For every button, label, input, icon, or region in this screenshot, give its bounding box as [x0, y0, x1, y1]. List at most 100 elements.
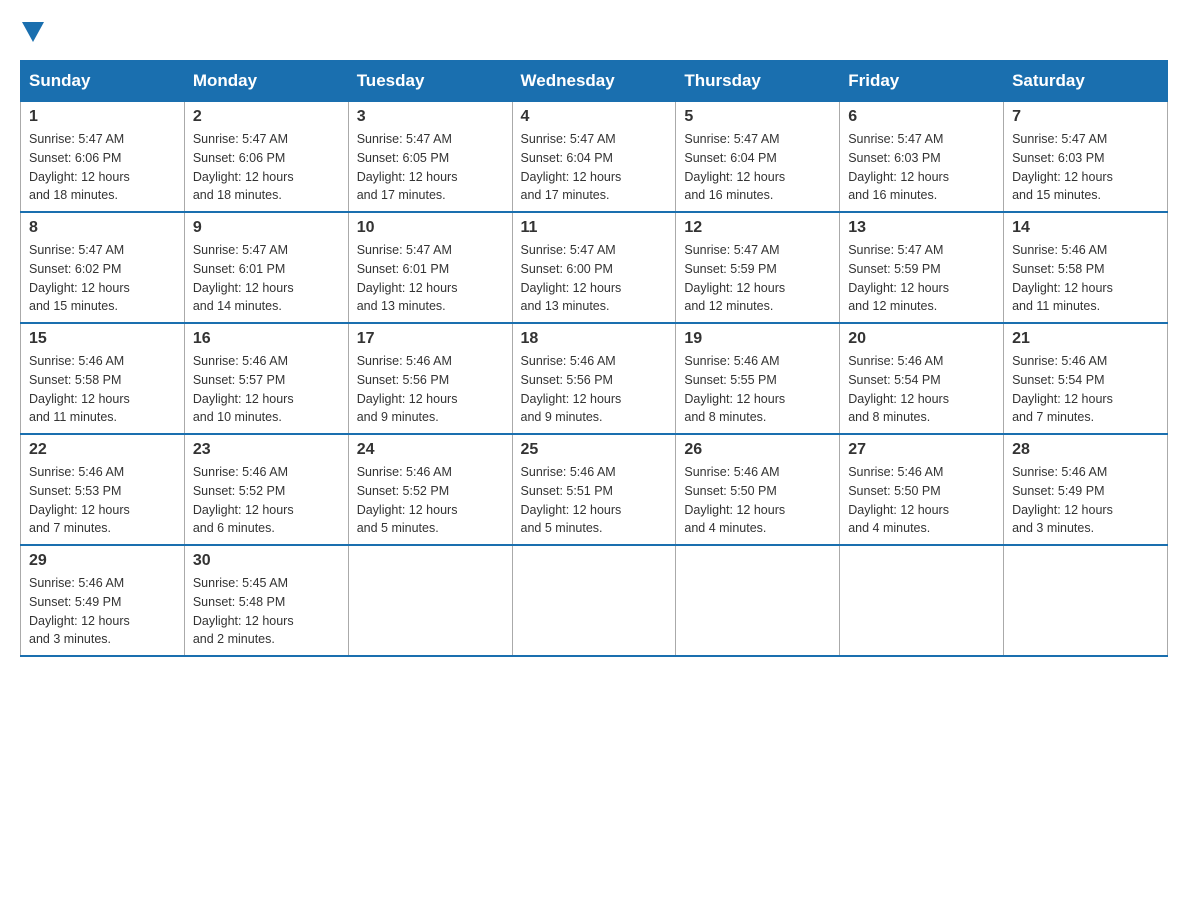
day-info: Sunrise: 5:46 AMSunset: 5:53 PMDaylight:…: [29, 463, 176, 538]
logo-triangle-icon: [22, 22, 44, 44]
calendar-header-row: SundayMondayTuesdayWednesdayThursdayFrid…: [21, 61, 1168, 102]
day-number: 10: [357, 219, 504, 237]
day-info: Sunrise: 5:46 AMSunset: 5:52 PMDaylight:…: [357, 463, 504, 538]
empty-cell: [348, 545, 512, 656]
calendar-day-12: 12 Sunrise: 5:47 AMSunset: 5:59 PMDayligh…: [676, 212, 840, 323]
day-info: Sunrise: 5:47 AMSunset: 6:01 PMDaylight:…: [193, 241, 340, 316]
day-info: Sunrise: 5:47 AMSunset: 6:03 PMDaylight:…: [848, 130, 995, 205]
calendar-day-14: 14 Sunrise: 5:46 AMSunset: 5:58 PMDayligh…: [1004, 212, 1168, 323]
calendar-day-4: 4Sunrise: 5:47 AMSunset: 6:04 PMDaylight…: [512, 102, 676, 213]
weekday-header-monday: Monday: [184, 61, 348, 102]
day-number: 14: [1012, 219, 1159, 237]
day-info: Sunrise: 5:47 AMSunset: 6:00 PMDaylight:…: [521, 241, 668, 316]
day-info: Sunrise: 5:47 AMSunset: 5:59 PMDaylight:…: [848, 241, 995, 316]
weekday-header-wednesday: Wednesday: [512, 61, 676, 102]
day-number: 23: [193, 441, 340, 459]
day-info: Sunrise: 5:46 AMSunset: 5:58 PMDaylight:…: [1012, 241, 1159, 316]
day-number: 16: [193, 330, 340, 348]
day-info: Sunrise: 5:47 AMSunset: 5:59 PMDaylight:…: [684, 241, 831, 316]
calendar-day-10: 10 Sunrise: 5:47 AMSunset: 6:01 PMDayligh…: [348, 212, 512, 323]
day-number: 8: [29, 219, 176, 237]
day-info: Sunrise: 5:45 AMSunset: 5:48 PMDaylight:…: [193, 574, 340, 649]
day-number: 19: [684, 330, 831, 348]
day-info: Sunrise: 5:47 AMSunset: 6:01 PMDaylight:…: [357, 241, 504, 316]
calendar-day-24: 24 Sunrise: 5:46 AMSunset: 5:52 PMDayligh…: [348, 434, 512, 545]
calendar-day-25: 25 Sunrise: 5:46 AMSunset: 5:51 PMDayligh…: [512, 434, 676, 545]
day-number: 20: [848, 330, 995, 348]
day-number: 18: [521, 330, 668, 348]
day-number: 27: [848, 441, 995, 459]
day-info: Sunrise: 5:46 AMSunset: 5:50 PMDaylight:…: [848, 463, 995, 538]
calendar-day-27: 27 Sunrise: 5:46 AMSunset: 5:50 PMDayligh…: [840, 434, 1004, 545]
calendar-day-5: 5 Sunrise: 5:47 AMSunset: 6:04 PMDaylight…: [676, 102, 840, 213]
calendar-day-17: 17Sunrise: 5:46 AMSunset: 5:56 PMDayligh…: [348, 323, 512, 434]
calendar-day-23: 23 Sunrise: 5:46 AMSunset: 5:52 PMDayligh…: [184, 434, 348, 545]
calendar-day-21: 21 Sunrise: 5:46 AMSunset: 5:54 PMDayligh…: [1004, 323, 1168, 434]
day-info: Sunrise: 5:46 AMSunset: 5:49 PMDaylight:…: [1012, 463, 1159, 538]
day-info: Sunrise: 5:46 AMSunset: 5:52 PMDaylight:…: [193, 463, 340, 538]
day-number: 3: [357, 108, 504, 126]
calendar-day-29: 29Sunrise: 5:46 AMSunset: 5:49 PMDayligh…: [21, 545, 185, 656]
day-number: 1: [29, 108, 176, 126]
calendar-table: SundayMondayTuesdayWednesdayThursdayFrid…: [20, 60, 1168, 657]
empty-cell: [840, 545, 1004, 656]
day-number: 7: [1012, 108, 1159, 126]
weekday-header-thursday: Thursday: [676, 61, 840, 102]
calendar-day-8: 8 Sunrise: 5:47 AMSunset: 6:02 PMDaylight…: [21, 212, 185, 323]
empty-cell: [1004, 545, 1168, 656]
day-info: Sunrise: 5:46 AMSunset: 5:57 PMDaylight:…: [193, 352, 340, 427]
day-number: 6: [848, 108, 995, 126]
day-number: 15: [29, 330, 176, 348]
calendar-day-11: 11 Sunrise: 5:47 AMSunset: 6:00 PMDayligh…: [512, 212, 676, 323]
calendar-day-2: 2 Sunrise: 5:47 AMSunset: 6:06 PMDaylight…: [184, 102, 348, 213]
day-number: 11: [521, 219, 668, 237]
calendar-day-1: 1 Sunrise: 5:47 AMSunset: 6:06 PMDaylight…: [21, 102, 185, 213]
calendar-day-18: 18Sunrise: 5:46 AMSunset: 5:56 PMDayligh…: [512, 323, 676, 434]
day-number: 2: [193, 108, 340, 126]
calendar-day-28: 28Sunrise: 5:46 AMSunset: 5:49 PMDayligh…: [1004, 434, 1168, 545]
day-info: Sunrise: 5:46 AMSunset: 5:50 PMDaylight:…: [684, 463, 831, 538]
weekday-header-saturday: Saturday: [1004, 61, 1168, 102]
calendar-day-30: 30 Sunrise: 5:45 AMSunset: 5:48 PMDayligh…: [184, 545, 348, 656]
calendar-day-7: 7Sunrise: 5:47 AMSunset: 6:03 PMDaylight…: [1004, 102, 1168, 213]
day-number: 22: [29, 441, 176, 459]
day-number: 25: [521, 441, 668, 459]
calendar-day-9: 9 Sunrise: 5:47 AMSunset: 6:01 PMDaylight…: [184, 212, 348, 323]
calendar-day-13: 13 Sunrise: 5:47 AMSunset: 5:59 PMDayligh…: [840, 212, 1004, 323]
weekday-header-friday: Friday: [840, 61, 1004, 102]
day-info: Sunrise: 5:47 AMSunset: 6:06 PMDaylight:…: [29, 130, 176, 205]
calendar-day-6: 6 Sunrise: 5:47 AMSunset: 6:03 PMDaylight…: [840, 102, 1004, 213]
day-number: 13: [848, 219, 995, 237]
empty-cell: [512, 545, 676, 656]
day-info: Sunrise: 5:46 AMSunset: 5:54 PMDaylight:…: [1012, 352, 1159, 427]
calendar-day-26: 26 Sunrise: 5:46 AMSunset: 5:50 PMDayligh…: [676, 434, 840, 545]
day-number: 24: [357, 441, 504, 459]
weekday-header-sunday: Sunday: [21, 61, 185, 102]
calendar-week-row: 8 Sunrise: 5:47 AMSunset: 6:02 PMDaylight…: [21, 212, 1168, 323]
calendar-day-19: 19Sunrise: 5:46 AMSunset: 5:55 PMDayligh…: [676, 323, 840, 434]
day-number: 5: [684, 108, 831, 126]
day-number: 12: [684, 219, 831, 237]
page-header: [20, 20, 1168, 44]
calendar-day-3: 3Sunrise: 5:47 AMSunset: 6:05 PMDaylight…: [348, 102, 512, 213]
calendar-week-row: 29Sunrise: 5:46 AMSunset: 5:49 PMDayligh…: [21, 545, 1168, 656]
day-info: Sunrise: 5:46 AMSunset: 5:58 PMDaylight:…: [29, 352, 176, 427]
weekday-header-tuesday: Tuesday: [348, 61, 512, 102]
day-number: 21: [1012, 330, 1159, 348]
calendar-week-row: 15 Sunrise: 5:46 AMSunset: 5:58 PMDayligh…: [21, 323, 1168, 434]
day-info: Sunrise: 5:47 AMSunset: 6:06 PMDaylight:…: [193, 130, 340, 205]
day-info: Sunrise: 5:46 AMSunset: 5:51 PMDaylight:…: [521, 463, 668, 538]
day-info: Sunrise: 5:47 AMSunset: 6:02 PMDaylight:…: [29, 241, 176, 316]
day-number: 29: [29, 552, 176, 570]
day-info: Sunrise: 5:47 AMSunset: 6:04 PMDaylight:…: [684, 130, 831, 205]
day-number: 4: [521, 108, 668, 126]
day-number: 30: [193, 552, 340, 570]
day-number: 17: [357, 330, 504, 348]
day-number: 26: [684, 441, 831, 459]
calendar-week-row: 1 Sunrise: 5:47 AMSunset: 6:06 PMDaylight…: [21, 102, 1168, 213]
empty-cell: [676, 545, 840, 656]
calendar-day-22: 22 Sunrise: 5:46 AMSunset: 5:53 PMDayligh…: [21, 434, 185, 545]
calendar-day-20: 20Sunrise: 5:46 AMSunset: 5:54 PMDayligh…: [840, 323, 1004, 434]
day-number: 9: [193, 219, 340, 237]
calendar-day-15: 15 Sunrise: 5:46 AMSunset: 5:58 PMDayligh…: [21, 323, 185, 434]
